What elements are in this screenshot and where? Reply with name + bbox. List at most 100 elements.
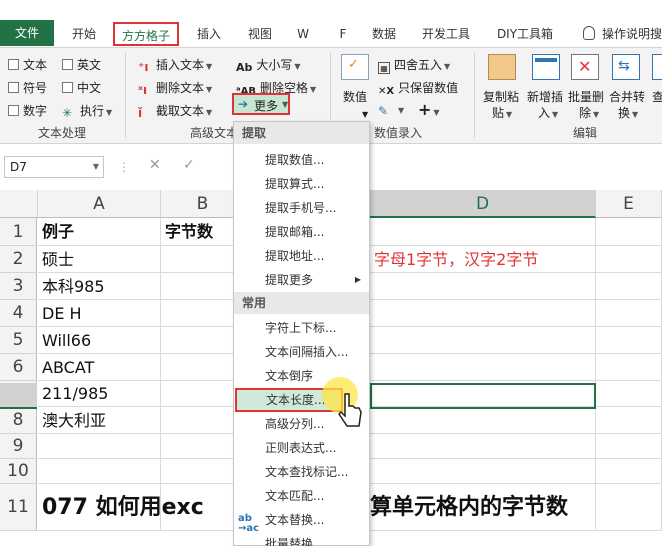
cell-d[interactable]: [370, 327, 596, 354]
delete-text-button[interactable]: ˣı 删除文本 ▼: [138, 79, 212, 97]
cell-a[interactable]: [38, 434, 161, 459]
row-header[interactable]: 10: [0, 459, 37, 484]
cell-e[interactable]: [596, 381, 662, 407]
check-number[interactable]: 数字: [8, 102, 47, 119]
cell-e[interactable]: [596, 434, 662, 459]
cell-e[interactable]: [596, 300, 662, 327]
batch-delete-icon[interactable]: ✕: [571, 54, 599, 80]
cell-a[interactable]: DE H: [38, 300, 161, 327]
check-text[interactable]: 文本: [8, 56, 47, 73]
cell-d[interactable]: [370, 354, 596, 381]
cell-e[interactable]: [596, 484, 662, 531]
active-cell-d7[interactable]: [370, 383, 596, 409]
batch-delete-button[interactable]: 批量删: [568, 88, 604, 105]
new-insert-icon[interactable]: [532, 54, 560, 80]
tab-diy-toolbox[interactable]: DIY工具箱: [490, 22, 560, 46]
column-header-e[interactable]: E: [596, 190, 662, 218]
cell-d[interactable]: [370, 407, 596, 434]
keep-numbers-button[interactable]: ✕X 只保留数值: [378, 79, 458, 100]
more-button[interactable]: ➔ 更多 ▼: [232, 93, 290, 115]
checkbox-icon[interactable]: [8, 105, 19, 116]
tab-data[interactable]: 数据: [362, 22, 406, 46]
tab-w[interactable]: W: [290, 22, 316, 46]
cell-a[interactable]: 例子: [38, 218, 161, 246]
row-header[interactable]: 1: [0, 218, 37, 246]
merge-convert-button[interactable]: 合并转: [609, 88, 645, 105]
find-button[interactable]: 查: [652, 88, 662, 105]
merge-convert-icon[interactable]: ⇆: [612, 54, 640, 80]
menu-item-common[interactable]: 字符上下标...: [234, 316, 369, 340]
tab-home[interactable]: 开始: [62, 22, 106, 46]
cell-e[interactable]: [596, 273, 662, 300]
menu-item-common[interactable]: 文本匹配...: [234, 484, 369, 508]
cell-a[interactable]: 211/985: [38, 381, 161, 407]
cell-a[interactable]: 澳大利亚: [38, 407, 161, 434]
cell-a[interactable]: [38, 459, 161, 484]
cell-e[interactable]: [596, 327, 662, 354]
menu-item-extract[interactable]: 提取邮箱...: [234, 220, 369, 244]
tab-insert[interactable]: 插入: [187, 22, 231, 46]
cell-e[interactable]: [596, 354, 662, 381]
cell-a[interactable]: Will66: [38, 327, 161, 354]
check-symbol[interactable]: 符号: [8, 79, 47, 96]
numeric-button[interactable]: 数值: [343, 88, 367, 105]
menu-item-extract[interactable]: 提取更多 ▶: [234, 268, 369, 292]
check-english[interactable]: 英文: [62, 56, 101, 73]
cell-d[interactable]: [370, 434, 596, 459]
name-box[interactable]: D7 ▼: [4, 156, 104, 178]
cell-a[interactable]: ABCAT: [38, 354, 161, 381]
tab-fangfang[interactable]: 方方格子: [113, 22, 179, 46]
edit-cell-button[interactable]: ✎ ▼: [378, 102, 404, 118]
find-icon[interactable]: [652, 54, 662, 80]
insert-text-button[interactable]: ⁺ı 插入文本 ▼: [138, 56, 212, 74]
menu-item-common[interactable]: 文本查找标记...: [234, 460, 369, 484]
cell-d[interactable]: 算单元格内的字节数: [370, 484, 596, 531]
execute-button[interactable]: ✳ 执行 ▼: [62, 102, 112, 120]
select-all-corner[interactable]: [0, 190, 38, 218]
checkbox-icon[interactable]: [62, 59, 73, 70]
row-header[interactable]: 5: [0, 327, 37, 354]
cell-e[interactable]: [596, 246, 662, 273]
column-header-d[interactable]: D: [370, 190, 596, 218]
tab-f[interactable]: F: [330, 22, 356, 46]
row-header[interactable]: 3: [0, 273, 37, 300]
tab-view[interactable]: 视图: [238, 22, 282, 46]
cell-e[interactable]: [596, 407, 662, 434]
cell-a[interactable]: 077 如何用exc: [38, 484, 204, 531]
cell-e[interactable]: [596, 218, 662, 246]
copy-paste-button[interactable]: 复制粘: [483, 88, 519, 105]
row-header[interactable]: 6: [0, 354, 37, 381]
cancel-icon[interactable]: ✕: [149, 157, 161, 173]
plus-button[interactable]: + ▼: [418, 100, 440, 119]
cell-d[interactable]: [370, 459, 596, 484]
row-header[interactable]: 9: [0, 434, 37, 459]
copy-paste-icon[interactable]: [488, 54, 516, 80]
checkbox-icon[interactable]: [8, 59, 19, 70]
checkbox-icon[interactable]: [62, 82, 73, 93]
row-header[interactable]: 2: [0, 246, 37, 273]
tab-developer[interactable]: 开发工具: [414, 22, 478, 46]
column-header-a[interactable]: A: [38, 190, 161, 218]
row-header[interactable]: 8: [0, 407, 37, 434]
round-button[interactable]: ▦ 四舍五入 ▼: [378, 56, 450, 74]
row-header[interactable]: 11: [0, 484, 37, 531]
tell-me-search[interactable]: 操作说明搜: [602, 22, 662, 46]
confirm-icon[interactable]: ✓: [183, 157, 195, 173]
new-insert-button[interactable]: 新增插: [527, 88, 563, 105]
cell-a[interactable]: 本科985: [38, 273, 161, 300]
cell-d[interactable]: [370, 218, 596, 246]
numeric-caret[interactable]: ▼: [362, 110, 368, 119]
row-header[interactable]: 4: [0, 300, 37, 327]
menu-item-common[interactable]: 批量替换: [234, 532, 369, 546]
checkbox-icon[interactable]: [8, 82, 19, 93]
tab-file[interactable]: 文件: [0, 20, 54, 46]
cell-d[interactable]: 字母1字节，汉字2字节: [370, 246, 596, 273]
menu-item-extract[interactable]: 提取算式...: [234, 172, 369, 196]
merge-convert-button-2[interactable]: 换 ▼: [618, 104, 638, 121]
cell-a[interactable]: 硕士: [38, 246, 161, 273]
batch-delete-button-2[interactable]: 除 ▼: [579, 104, 599, 121]
new-insert-button-2[interactable]: 入 ▼: [538, 104, 558, 121]
cell-e[interactable]: [596, 459, 662, 484]
menu-item-extract[interactable]: 提取数值...: [234, 148, 369, 172]
menu-item-extract[interactable]: 提取手机号...: [234, 196, 369, 220]
